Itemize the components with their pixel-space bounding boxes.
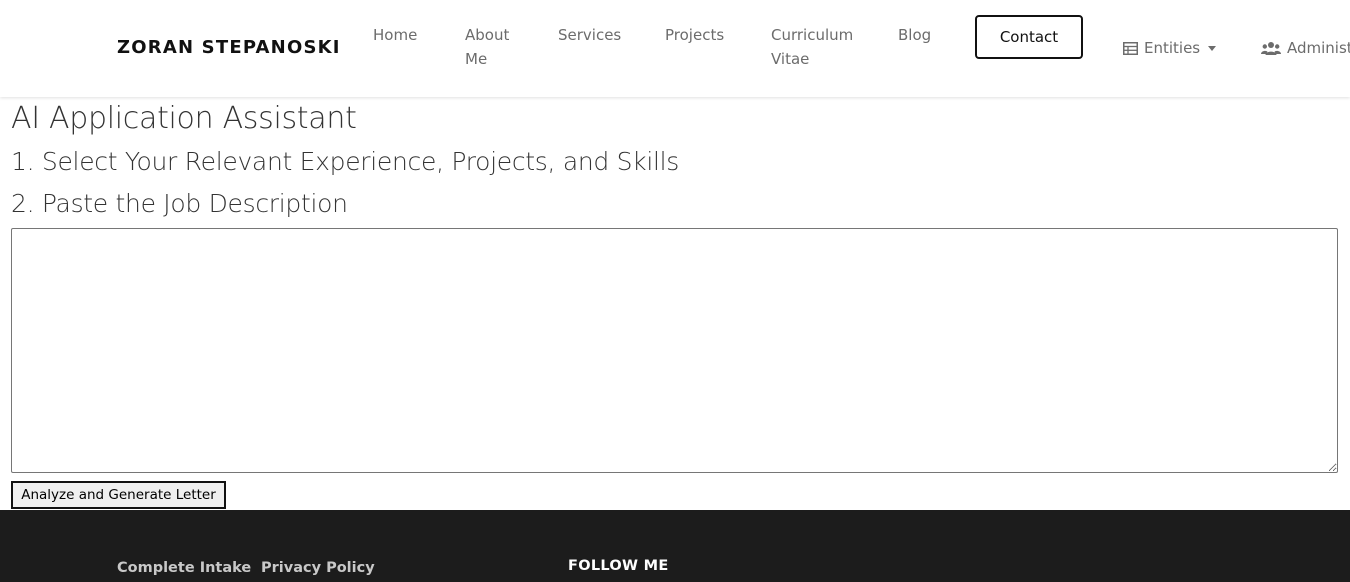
- chevron-down-icon: [1208, 45, 1217, 51]
- follow-me-heading: FOLLOW ME: [568, 558, 669, 574]
- administration-label: Administration: [1287, 39, 1350, 57]
- footer-privacy-policy-link[interactable]: Privacy Policy: [261, 560, 375, 576]
- navbar: ZORAN STEPANOSKI Home About Me Services …: [0, 0, 1350, 97]
- contact-button-label: Contact: [999, 28, 1059, 46]
- nav-blog[interactable]: Blog: [898, 23, 931, 47]
- administration-dropdown[interactable]: Administration: [1261, 36, 1350, 60]
- nav-about[interactable]: About Me: [465, 23, 525, 71]
- footer-complete-intake-link[interactable]: Complete Intake: [117, 560, 251, 576]
- nav-projects[interactable]: Projects: [665, 23, 724, 47]
- job-description-textarea[interactable]: [11, 228, 1338, 473]
- users-icon: [1261, 41, 1281, 55]
- nav-services[interactable]: Services: [558, 23, 621, 47]
- contact-button[interactable]: Contact: [975, 15, 1083, 59]
- entities-label: Entities: [1144, 39, 1201, 57]
- step-1-heading: 1. Select Your Relevant Experience, Proj…: [11, 147, 680, 176]
- nav-home[interactable]: Home: [373, 23, 417, 47]
- page-title: AI Application Assistant: [11, 101, 357, 136]
- entities-dropdown[interactable]: Entities: [1123, 36, 1217, 60]
- footer: Complete Intake Privacy Policy FOLLOW ME: [0, 510, 1350, 582]
- table-icon: [1123, 41, 1138, 55]
- site-brand[interactable]: ZORAN STEPANOSKI: [117, 37, 341, 58]
- step-2-heading: 2. Paste the Job Description: [11, 189, 348, 218]
- analyze-generate-button[interactable]: Analyze and Generate Letter: [11, 481, 226, 509]
- nav-curriculum-vitae[interactable]: Curriculum Vitae: [771, 23, 861, 71]
